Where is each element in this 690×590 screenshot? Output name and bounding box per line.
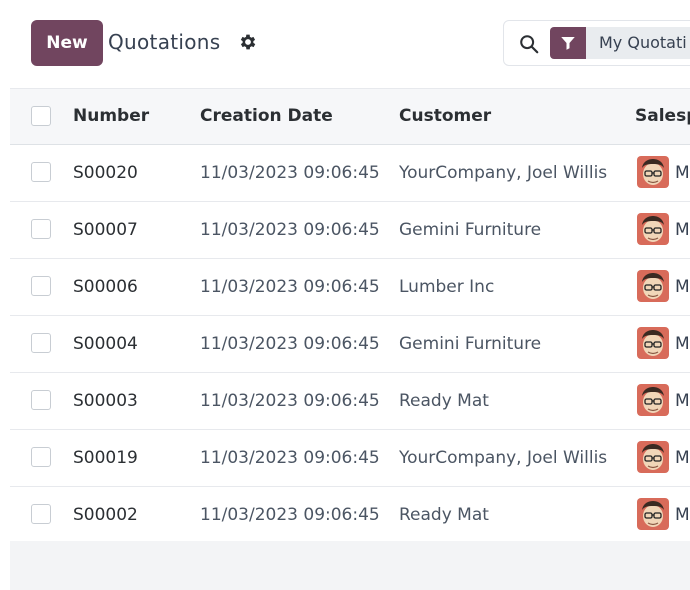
row-checkbox[interactable]: [31, 276, 51, 296]
cell-creation-date: 11/03/2023 09:06:45: [200, 391, 380, 411]
table-row[interactable]: S00004 11/03/2023 09:06:45 Gemini Furnit…: [10, 316, 690, 373]
cell-customer: Gemini Furniture: [399, 220, 542, 240]
row-checkbox[interactable]: [31, 219, 51, 239]
filter-facet-chip[interactable]: [550, 27, 586, 59]
quotations-table: Number Creation Date Customer Salesp S00…: [10, 88, 690, 544]
gear-icon[interactable]: [238, 32, 258, 52]
cell-creation-date: 11/03/2023 09:06:45: [200, 163, 380, 183]
table-row[interactable]: S00020 11/03/2023 09:06:45 YourCompany, …: [10, 145, 690, 202]
column-header-creation-date[interactable]: Creation Date: [200, 89, 333, 144]
avatar: [637, 156, 669, 188]
table-row[interactable]: S00006 11/03/2023 09:06:45 Lumber Inc M: [10, 259, 690, 316]
select-all-checkbox[interactable]: [31, 106, 51, 126]
cell-salesperson: M: [675, 220, 690, 240]
filter-facet-label[interactable]: My Quotati: [586, 27, 690, 59]
avatar: [637, 441, 669, 473]
cell-salesperson: M: [675, 448, 690, 468]
cell-creation-date: 11/03/2023 09:06:45: [200, 505, 380, 525]
table-body: S00020 11/03/2023 09:06:45 YourCompany, …: [10, 145, 690, 544]
table-footer: [10, 541, 690, 590]
cell-salesperson: M: [675, 391, 690, 411]
cell-customer: Ready Mat: [399, 505, 489, 525]
avatar: [637, 270, 669, 302]
cell-salesperson: M: [675, 277, 690, 297]
column-header-customer[interactable]: Customer: [399, 89, 491, 144]
search-icon[interactable]: [518, 33, 540, 55]
row-checkbox[interactable]: [31, 333, 51, 353]
row-checkbox[interactable]: [31, 504, 51, 524]
cell-number: S00020: [73, 163, 138, 183]
cell-customer: YourCompany, Joel Willis: [399, 163, 608, 183]
table-header: Number Creation Date Customer Salesp: [10, 88, 690, 145]
avatar: [637, 384, 669, 416]
cell-salesperson: M: [675, 505, 690, 525]
cell-salesperson: M: [675, 163, 690, 183]
avatar: [637, 327, 669, 359]
cell-creation-date: 11/03/2023 09:06:45: [200, 277, 380, 297]
table-row[interactable]: S00019 11/03/2023 09:06:45 YourCompany, …: [10, 430, 690, 487]
avatar: [637, 498, 669, 530]
cell-number: S00002: [73, 505, 138, 525]
new-button[interactable]: New: [31, 20, 103, 66]
cell-creation-date: 11/03/2023 09:06:45: [200, 334, 380, 354]
row-checkbox[interactable]: [31, 162, 51, 182]
cell-salesperson: M: [675, 334, 690, 354]
table-row[interactable]: S00007 11/03/2023 09:06:45 Gemini Furnit…: [10, 202, 690, 259]
search-bar[interactable]: My Quotati: [503, 20, 690, 66]
cell-number: S00004: [73, 334, 138, 354]
column-header-salesperson[interactable]: Salesp: [635, 89, 690, 144]
filter-icon: [561, 37, 575, 50]
cell-number: S00019: [73, 448, 138, 468]
table-row[interactable]: S00003 11/03/2023 09:06:45 Ready Mat M: [10, 373, 690, 430]
cell-number: S00007: [73, 220, 138, 240]
row-checkbox[interactable]: [31, 390, 51, 410]
cell-number: S00006: [73, 277, 138, 297]
cell-creation-date: 11/03/2023 09:06:45: [200, 220, 380, 240]
row-checkbox[interactable]: [31, 447, 51, 467]
table-row[interactable]: S00002 11/03/2023 09:06:45 Ready Mat M: [10, 487, 690, 544]
cell-customer: Gemini Furniture: [399, 334, 542, 354]
avatar: [637, 213, 669, 245]
page-title[interactable]: Quotations: [108, 30, 220, 54]
cell-customer: Ready Mat: [399, 391, 489, 411]
column-header-number[interactable]: Number: [73, 89, 149, 144]
cell-number: S00003: [73, 391, 138, 411]
control-panel: New Quotations My Quotati: [0, 0, 690, 88]
cell-customer: Lumber Inc: [399, 277, 495, 297]
cell-customer: YourCompany, Joel Willis: [399, 448, 608, 468]
cell-creation-date: 11/03/2023 09:06:45: [200, 448, 380, 468]
